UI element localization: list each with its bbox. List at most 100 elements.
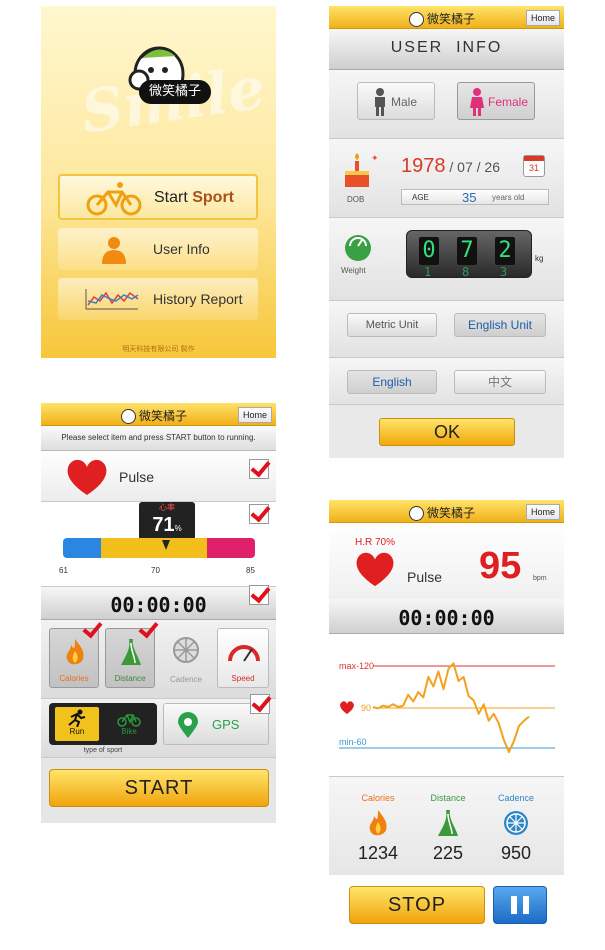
sport-setup-screen: 微笑橘子 Home Please select item and press S… [41,403,276,823]
gps-label: GPS [212,717,240,732]
user-info-button[interactable]: User Info [58,228,258,270]
pulse-checkbox[interactable] [249,459,269,479]
scale-icon [345,235,371,261]
history-report-label: History Report [153,291,243,307]
dob-day: 26 [484,159,500,175]
history-report-button[interactable]: History Report [58,278,258,320]
brand-logo: 微笑橘子 [409,504,475,521]
heart-rate-chart: max-120 90 min-60 [329,634,564,777]
gps-toggle[interactable]: GPS [163,694,270,745]
english-language-button[interactable]: English [347,370,437,394]
page-title: USER INFO [390,39,503,56]
smile-face-icon [409,12,424,27]
dob-month: 07 [457,159,473,175]
hr-zone-checkbox[interactable] [249,504,269,524]
ok-button[interactable]: OK [379,418,515,446]
heart-icon [67,459,107,495]
timer-bar: 00:00:00 [41,585,276,620]
dob-section: ✦ DOB 1978 / 07 / 26 31 AGE 35 years old [329,139,564,218]
start-button[interactable]: START [49,769,269,807]
dob-label: DOB [347,195,365,204]
stats-panel: Calories 1234 Distance 225 Cadence 950 [329,777,564,875]
female-button[interactable]: Female [457,82,535,120]
home-button[interactable]: Home [525,504,560,520]
cadence-stat: Cadence 950 [481,793,551,864]
min-reference-label: min-60 [339,737,367,747]
hr-percent: H.R 70% [355,537,396,548]
brand-logo: 微笑橘子 [409,10,475,27]
cadence-toggle[interactable]: Cadence [161,628,211,688]
chinese-language-button[interactable]: 中文 [454,370,546,394]
male-label: Male [391,95,418,109]
svg-text:✦: ✦ [371,153,379,163]
english-unit-button[interactable]: English Unit [454,313,546,337]
male-button[interactable]: Male [357,82,435,120]
cadence-label: Cadence [169,675,203,684]
start-sport-label-bold: Sport [192,189,235,206]
weight-picker[interactable]: 0 7 2 1 8 3 [406,230,532,278]
road-icon [438,810,458,836]
bike-icon [117,714,141,727]
chart-icon [85,289,139,310]
hr-zone-min: 61 [59,566,68,575]
gps-checkbox[interactable] [250,694,270,714]
cadence-icon [504,811,528,835]
speedometer-icon [228,645,260,662]
metrics-section: Calories Distance Cadence Speed [41,620,276,699]
speed-toggle[interactable]: Speed [217,628,269,688]
language-section: English 中文 [329,358,564,405]
calories-label: Calories [361,793,395,803]
ok-label: OK [433,422,460,442]
hr-zone-slider[interactable] [63,538,255,558]
weight-digit-1[interactable]: 0 [419,237,439,265]
weight-next-digit-2: 8 [462,265,470,278]
hr-zone-mid: 70 [151,566,160,575]
weight-label: Weight [341,266,366,275]
timer-bar: 00:00:00 [329,599,564,634]
hr-zone-bubble: 心率 71% [139,502,195,540]
pause-icon [511,896,529,914]
smile-face-icon [409,506,424,521]
weight-digit-3[interactable]: 2 [495,237,515,265]
calories-checkbox[interactable] [82,621,102,641]
age-unit: years old [492,193,525,202]
male-icon [375,88,385,116]
brand-name: 微笑橘子 [139,409,188,423]
dob-year: 1978 [401,155,446,177]
start-sport-button[interactable]: Start Sport [58,174,258,220]
bike-option[interactable]: Bike [107,707,151,741]
pulse-label: Pulse [407,569,443,585]
heart-icon [356,552,394,587]
sport-type-switch[interactable]: Run Bike [49,703,157,745]
bpm-unit: bpm [533,575,547,582]
weight-digit-2[interactable]: 7 [457,237,477,265]
calories-label: Calories [59,674,89,683]
home-button[interactable]: Home [525,10,560,26]
metric-unit-button[interactable]: Metric Unit [347,313,437,337]
mascot-icon [128,46,185,102]
age-value: 35 [462,190,477,205]
distance-toggle[interactable]: Distance [105,628,155,688]
bicycle-icon [86,182,142,216]
distance-stat: Distance 225 [413,793,483,864]
cadence-label: Cadence [497,793,535,803]
dob-date[interactable]: 1978 / 07 / 26 [401,155,500,178]
brand-name: 微笑橘子 [427,12,476,26]
weight-next-digit-1: 1 [424,265,432,278]
calendar-icon[interactable]: 31 [523,155,545,177]
gps-pin-icon [178,712,198,738]
timer-display: 00:00:00 [110,593,207,617]
cadence-icon [173,637,199,663]
run-option[interactable]: Run [55,707,99,741]
distance-checkbox[interactable] [138,621,158,641]
brand-badge: 微笑橘子 [139,80,211,104]
distance-value: 225 [432,843,464,863]
calories-toggle[interactable]: Calories [49,628,99,688]
timer-checkbox[interactable] [249,585,269,605]
splash-footer: 明天科技有限公司 製作 [122,345,195,353]
pause-button[interactable] [493,886,547,924]
home-button[interactable]: Home [237,407,272,423]
female-label: Female [488,95,529,109]
stop-button[interactable]: STOP [349,886,485,924]
mid-reference-label: 90 [361,703,371,713]
